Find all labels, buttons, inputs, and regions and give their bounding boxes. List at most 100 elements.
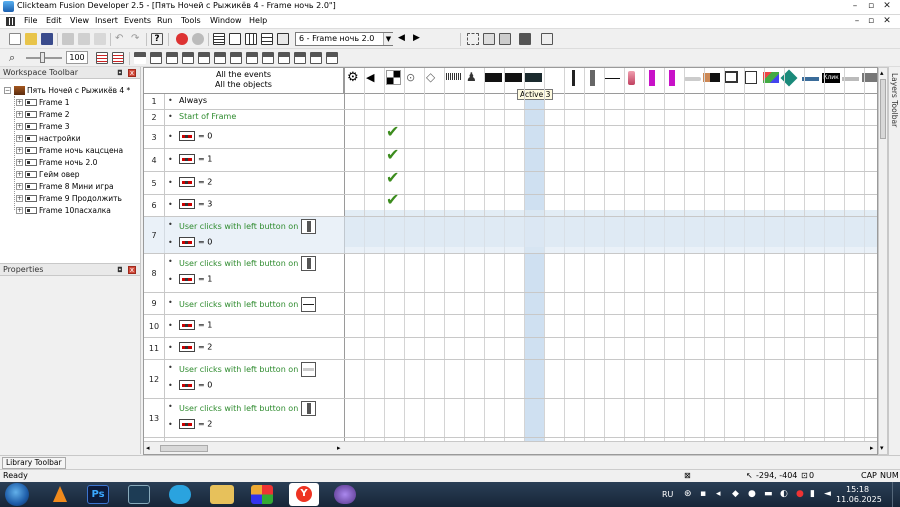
layout-icon[interactable] <box>541 33 553 45</box>
filter-8-icon[interactable] <box>246 52 258 64</box>
event-row[interactable]: 10 • = 1 <box>144 315 877 338</box>
menu-edit[interactable]: Edit <box>46 16 62 25</box>
condition[interactable]: User clicks with left button on <box>179 297 317 312</box>
event-row[interactable]: 2 • Start of Frame <box>144 110 877 126</box>
undo-icon[interactable]: ↶ <box>115 33 127 45</box>
scene-icon[interactable] <box>703 73 720 82</box>
frame-editor-icon[interactable] <box>229 33 241 45</box>
tray-icon[interactable]: ▪ <box>700 489 706 499</box>
scroll-right-icon[interactable]: ▸ <box>337 444 341 452</box>
frame-select[interactable]: 6 - Frame ночь 2.0 <box>295 32 393 46</box>
scroll-left-icon[interactable]: ◂ <box>146 444 150 452</box>
magenta-2-icon[interactable] <box>669 70 675 86</box>
scroll-right-icon[interactable]: ▸ <box>870 444 874 452</box>
show-desktop-button[interactable] <box>892 482 900 507</box>
condition[interactable]: = 0 <box>179 237 212 247</box>
zoom-value[interactable]: 100 <box>66 51 88 64</box>
start-button[interactable] <box>5 483 29 506</box>
event-row[interactable]: 9 • User clicks with left button on <box>144 293 877 315</box>
explorer-icon[interactable] <box>210 485 234 504</box>
line-icon[interactable] <box>604 78 620 79</box>
door-icon[interactable] <box>745 71 757 84</box>
prev-frame-icon[interactable]: ◀ <box>398 33 405 43</box>
active-1-icon[interactable] <box>485 73 502 82</box>
layers-toolbar-tab[interactable]: Layers Toolbar <box>888 67 900 455</box>
data-elements-icon[interactable] <box>277 33 289 45</box>
mdi-icon[interactable] <box>6 17 15 26</box>
horizontal-scrollbar[interactable]: ◂ ▸ ▸ <box>144 441 877 454</box>
filter-4-icon[interactable] <box>182 52 194 64</box>
condition[interactable]: User clicks with left button on <box>179 362 317 377</box>
menu-events[interactable]: Events <box>124 16 151 25</box>
condition[interactable]: = 0 <box>179 130 212 141</box>
condition[interactable]: = 2 <box>179 342 212 352</box>
tray-icon[interactable]: ▬ <box>764 489 773 499</box>
app-icon[interactable] <box>251 485 273 504</box>
menu-window[interactable]: Window <box>210 16 242 25</box>
video-editor-icon[interactable] <box>128 485 150 504</box>
close-icon[interactable]: ✕ <box>882 1 892 12</box>
event-row[interactable]: 13 • User clicks with left button on • = 2 <box>144 399 877 438</box>
active-2-icon[interactable] <box>505 73 522 82</box>
tray-icon[interactable]: ● <box>796 489 804 499</box>
pause-icon[interactable] <box>192 33 204 45</box>
menu-insert[interactable]: Insert <box>95 16 118 25</box>
filter-11-icon[interactable] <box>294 52 306 64</box>
new-icon[interactable] <box>9 33 21 45</box>
telegram-icon[interactable] <box>169 485 191 504</box>
tray-icon[interactable]: ▮ <box>810 489 815 499</box>
condition[interactable]: User clicks with left button on <box>179 256 317 271</box>
speaker-icon[interactable]: ◄ <box>824 489 831 499</box>
condition[interactable]: Always <box>179 96 207 105</box>
tray-icon[interactable]: ◆ <box>732 489 739 499</box>
minimize-icon[interactable]: – <box>850 1 860 12</box>
mouse-pointer-icon[interactable]: ⊙ <box>406 70 421 85</box>
menu-run[interactable]: Run <box>157 16 172 25</box>
library-toolbar-tab[interactable]: Library Toolbar <box>2 457 66 469</box>
event-row[interactable]: 5 • = 2 <box>144 172 877 195</box>
pillar-2-icon[interactable] <box>590 70 595 86</box>
tray-icon[interactable]: ◐ <box>780 489 788 499</box>
tray-icon[interactable]: ◂ <box>716 489 721 499</box>
check-icon[interactable]: ✔ <box>386 147 399 163</box>
language-indicator[interactable]: RU <box>662 490 673 499</box>
event-list-icon[interactable] <box>261 33 273 45</box>
paste-icon[interactable] <box>94 33 106 45</box>
sound-icon[interactable]: ◀ <box>366 70 381 85</box>
player-icon[interactable]: ◇ <box>426 70 441 85</box>
joystick-icon[interactable]: ♟ <box>466 70 481 85</box>
menu-file[interactable]: File <box>24 16 37 25</box>
event-editor-icon[interactable] <box>245 33 257 45</box>
condition[interactable]: = 1 <box>179 274 212 284</box>
event-row[interactable]: 12 • User clicks with left button on • = 0 <box>144 360 877 399</box>
filter-5-icon[interactable] <box>198 52 210 64</box>
event-row[interactable]: 4 • = 1 <box>144 149 877 172</box>
child-minimize-icon[interactable]: – <box>852 16 862 27</box>
event-row[interactable]: 11 • = 2 <box>144 338 877 360</box>
check-icon[interactable]: ✔ <box>386 124 399 140</box>
condition[interactable]: = 3 <box>179 199 212 209</box>
light-icon[interactable] <box>684 77 701 81</box>
special-conditions-icon[interactable]: ⚙ <box>347 70 362 85</box>
event-row[interactable]: 3 • = 0 <box>144 126 877 149</box>
close-icon[interactable]: x <box>128 69 136 77</box>
condition[interactable]: = 1 <box>179 319 212 330</box>
zoom-fit-icon[interactable] <box>483 33 495 45</box>
collapse-icon[interactable]: − <box>4 87 11 94</box>
vlc-icon[interactable] <box>46 485 72 504</box>
select-icon[interactable] <box>467 33 479 45</box>
storyboard-controls-icon[interactable] <box>386 70 401 85</box>
vertical-scrollbar[interactable]: ▴ ▾ <box>878 67 888 455</box>
magenta-1-icon[interactable] <box>649 70 655 86</box>
filter-12-icon[interactable] <box>310 52 322 64</box>
filter-9-icon[interactable] <box>262 52 274 64</box>
clock-date[interactable]: 11.06.2025 <box>836 495 882 504</box>
cut-icon[interactable] <box>62 33 74 45</box>
pin-icon[interactable]: ◘ <box>116 266 124 274</box>
condition[interactable]: = 2 <box>179 419 212 429</box>
menu-help[interactable]: Help <box>249 16 267 25</box>
pin-icon[interactable]: ◘ <box>116 69 124 77</box>
chevron-down-icon[interactable]: ▼ <box>383 33 393 45</box>
filter-3-icon[interactable] <box>166 52 178 64</box>
pillar-1-icon[interactable] <box>572 70 575 86</box>
